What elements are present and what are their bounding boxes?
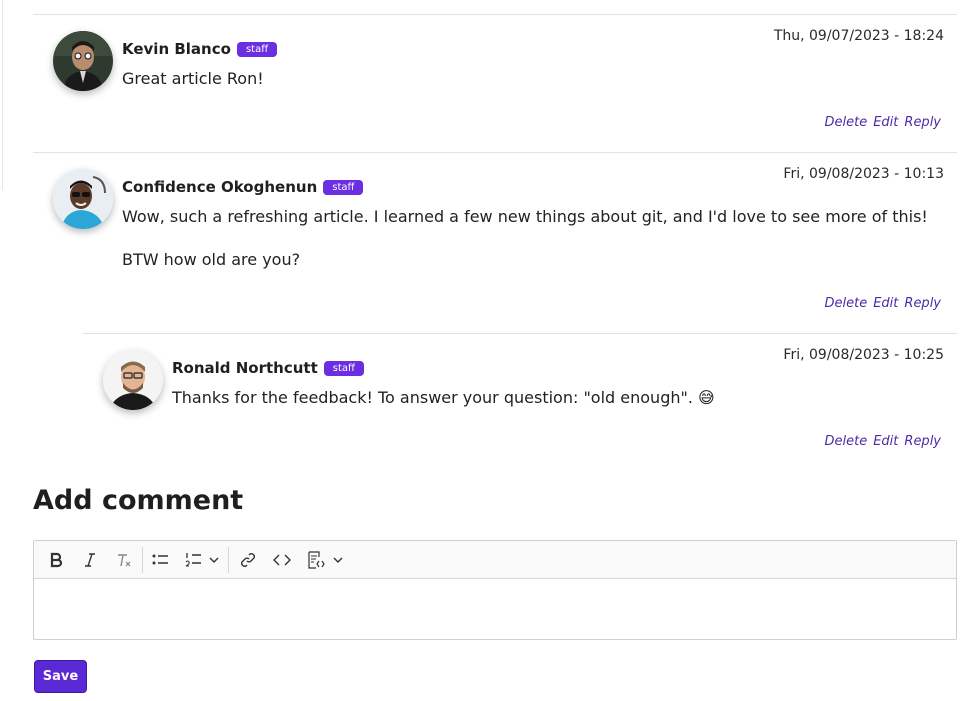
numbered-list-icon xyxy=(185,553,201,567)
staff-badge: staff xyxy=(323,361,364,376)
comment-ronald-northcutt: Ronald Northcutt staff Fri, 09/08/2023 - … xyxy=(0,0,975,470)
chevron-down-icon xyxy=(209,557,219,563)
comment-actions: Delete Edit Reply xyxy=(819,434,942,449)
numbered-list-button[interactable] xyxy=(180,547,206,573)
code-block-dropdown[interactable] xyxy=(330,547,346,573)
author-name[interactable]: Ronald Northcutt xyxy=(172,359,318,377)
comment-date: Fri, 09/08/2023 - 10:25 xyxy=(783,347,944,363)
bold-icon xyxy=(50,552,63,568)
add-comment-title: Add comment xyxy=(33,485,244,516)
code-button[interactable] xyxy=(268,547,296,573)
italic-button[interactable] xyxy=(76,547,104,573)
comment-author: Ronald Northcutt staff xyxy=(172,359,364,377)
bulleted-list-button[interactable] xyxy=(146,547,174,573)
avatar[interactable] xyxy=(103,350,163,410)
reply-link[interactable]: Reply xyxy=(904,434,941,449)
code-block-button[interactable] xyxy=(302,547,330,573)
link-button[interactable] xyxy=(234,547,262,573)
comment-editor xyxy=(33,540,957,640)
edit-link[interactable]: Edit xyxy=(873,434,898,449)
comments-page: Kevin Blanco staff Thu, 09/07/2023 - 18:2… xyxy=(0,0,975,701)
comment-textarea[interactable] xyxy=(34,579,956,639)
remove-format-button[interactable] xyxy=(110,547,138,573)
delete-link[interactable]: Delete xyxy=(825,434,868,449)
link-icon xyxy=(241,553,255,567)
numbered-list-dropdown[interactable] xyxy=(206,547,222,573)
save-button[interactable]: Save xyxy=(34,660,87,693)
chevron-down-icon xyxy=(333,557,343,563)
italic-icon xyxy=(85,553,95,567)
remove-format-icon xyxy=(118,554,131,567)
comment-body: Thanks for the feedback! To answer your … xyxy=(172,388,715,407)
bold-button[interactable] xyxy=(42,547,70,573)
editor-toolbar xyxy=(34,541,956,579)
code-block-icon xyxy=(308,551,325,569)
bulleted-list-icon xyxy=(152,554,168,565)
code-icon xyxy=(273,554,291,566)
toolbar-divider xyxy=(142,547,143,573)
toolbar-divider xyxy=(228,547,229,573)
